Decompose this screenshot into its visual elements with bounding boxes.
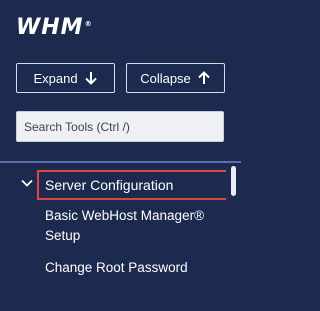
chevron-down-icon[interactable]	[20, 176, 34, 190]
expand-button[interactable]: Expand	[16, 63, 115, 93]
search-tools-input[interactable]	[16, 111, 224, 142]
whm-logo[interactable]: WHM®	[16, 12, 93, 40]
collapse-label: Collapse	[140, 70, 191, 86]
arrow-down-icon	[84, 72, 97, 85]
logo-text: WHM®	[16, 15, 93, 41]
sidebar-section-server-configuration[interactable]: Server Configuration	[37, 170, 233, 200]
expand-label: Expand	[33, 70, 78, 86]
scrollbar-thumb[interactable]	[231, 166, 236, 196]
sidebar-item-basic-webhost-manager-setup[interactable]: Basic WebHost Manager® Setup	[45, 206, 210, 246]
sidebar-nav: Server Configuration Basic WebHost Manag…	[0, 163, 241, 311]
sidebar-item-change-root-password[interactable]: Change Root Password	[45, 258, 210, 278]
arrow-up-icon	[198, 71, 210, 84]
collapse-button[interactable]: Collapse	[126, 63, 225, 93]
